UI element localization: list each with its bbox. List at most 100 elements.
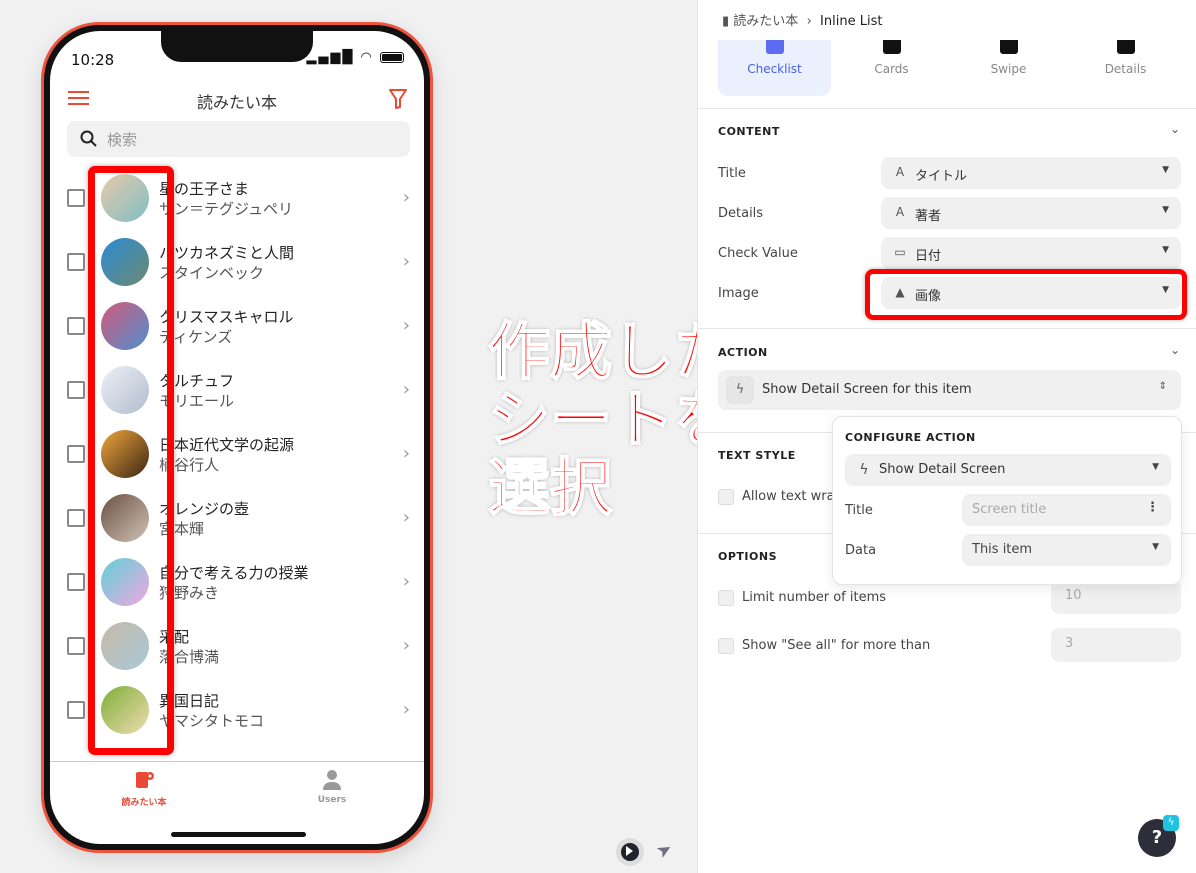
style-swipe[interactable]: Swipe bbox=[952, 40, 1065, 96]
chevron-right-icon: › bbox=[402, 507, 410, 528]
chevron-right-icon: › bbox=[402, 635, 410, 656]
image-field-highlight bbox=[865, 269, 1187, 320]
tab-books[interactable]: 読みたい本 bbox=[64, 768, 224, 808]
more-icon[interactable]: ⋮ bbox=[1146, 500, 1159, 515]
updown-icon: ⇕ bbox=[1158, 381, 1167, 392]
status-time: 10:28 bbox=[71, 51, 115, 69]
item-checkbox[interactable] bbox=[67, 317, 85, 335]
play-icon bbox=[626, 846, 633, 856]
search-input[interactable]: 検索 bbox=[67, 121, 410, 157]
action-select[interactable]: ϟ Show Detail Screen for this item ⇕ bbox=[718, 370, 1181, 410]
content-row-value: 著者 bbox=[915, 209, 942, 224]
item-title: 日本近代文学の起源 bbox=[159, 436, 295, 454]
content-row-value: タイトル bbox=[915, 169, 968, 184]
item-details: ヤマシタトモコ bbox=[159, 712, 265, 730]
breadcrumb-icon: ▮ bbox=[722, 14, 730, 29]
chevron-right-icon: › bbox=[402, 699, 410, 720]
text-icon: A bbox=[895, 165, 905, 179]
chevron-right-icon: › bbox=[402, 571, 410, 592]
data-select[interactable]: This item ▼ bbox=[962, 534, 1171, 566]
chevron-right-icon: › bbox=[402, 251, 410, 272]
dropdown-caret-icon: ▼ bbox=[1162, 165, 1169, 175]
style-label: Swipe bbox=[990, 62, 1027, 76]
cursor-tool-icon[interactable]: ➤ bbox=[653, 838, 677, 864]
tab-label: 読みたい本 bbox=[121, 798, 167, 808]
calendar-icon: ▭ bbox=[894, 245, 906, 259]
item-checkbox[interactable] bbox=[67, 701, 85, 719]
item-checkbox[interactable] bbox=[67, 253, 85, 271]
content-row-select[interactable]: A タイトル ▼ bbox=[881, 157, 1181, 189]
item-checkbox[interactable] bbox=[67, 189, 85, 207]
configure-action-select[interactable]: ϟ Show Detail Screen ▼ bbox=[845, 454, 1171, 486]
limit-input[interactable]: 10 bbox=[1051, 580, 1181, 614]
item-checkbox[interactable] bbox=[67, 381, 85, 399]
screen-title-label: Title bbox=[845, 503, 873, 518]
limit-checkbox[interactable] bbox=[718, 590, 734, 606]
configure-heading: CONFIGURE ACTION bbox=[845, 431, 976, 444]
checklist-icon bbox=[765, 40, 784, 54]
text-icon: A bbox=[895, 205, 905, 219]
see-all-input[interactable]: 3 bbox=[1051, 628, 1181, 662]
content-row-label: Details bbox=[718, 206, 764, 221]
allow-wrap-label: Allow text wrap bbox=[742, 489, 843, 504]
item-checkbox[interactable] bbox=[67, 573, 85, 591]
style-checklist[interactable]: Checklist bbox=[718, 40, 831, 96]
breadcrumb-parent[interactable]: 読みたい本 bbox=[733, 14, 798, 29]
content-row-label: Image bbox=[718, 286, 759, 301]
app-title: 読みたい本 bbox=[196, 93, 277, 112]
item-checkbox[interactable] bbox=[67, 509, 85, 527]
content-row-select[interactable]: ▭ 日付 ▼ bbox=[881, 237, 1181, 269]
item-checkbox[interactable] bbox=[67, 637, 85, 655]
tab-bar: 読みたい本 Users bbox=[50, 761, 424, 841]
breadcrumb-current: Inline List bbox=[820, 14, 883, 29]
tab-label: Users bbox=[317, 795, 347, 805]
chevron-right-icon: › bbox=[402, 315, 410, 336]
screen-title-input[interactable]: Screen title ⋮ bbox=[962, 494, 1171, 526]
dropdown-caret-icon: ▼ bbox=[1162, 245, 1169, 255]
see-all-checkbox[interactable] bbox=[718, 638, 734, 654]
search-placeholder: 検索 bbox=[107, 131, 138, 149]
content-row-label: Title bbox=[718, 166, 746, 181]
allow-wrap-checkbox[interactable] bbox=[718, 489, 734, 505]
filter-icon[interactable] bbox=[388, 88, 408, 115]
swipe-icon bbox=[999, 40, 1018, 54]
options-heading: OPTIONS bbox=[718, 550, 777, 563]
lightning-icon: ϟ bbox=[859, 462, 869, 478]
details-icon bbox=[1116, 40, 1135, 54]
item-title: ハツカネズミと人間 bbox=[159, 244, 295, 262]
chevron-down-icon[interactable]: ⌄ bbox=[1170, 343, 1180, 357]
configure-action-popup: CONFIGURE ACTION ϟ Show Detail Screen ▼ … bbox=[832, 416, 1182, 585]
tab-users[interactable]: Users bbox=[252, 768, 412, 805]
limit-label: Limit number of items bbox=[742, 590, 887, 605]
action-heading: ACTION bbox=[718, 346, 768, 359]
configure-action-value: Show Detail Screen bbox=[879, 462, 1006, 477]
chevron-right-icon: › bbox=[402, 379, 410, 400]
dropdown-caret-icon: ▼ bbox=[1162, 205, 1169, 215]
signal-icon: ▂▄▆█ bbox=[306, 50, 355, 65]
item-title: 自分で考える力の授業 bbox=[159, 564, 309, 582]
dropdown-caret-icon: ▼ bbox=[1152, 462, 1159, 472]
item-checkbox[interactable] bbox=[67, 445, 85, 463]
properties-panel: ▮ 読みたい本 › Inline List Checklist Cards Sw… bbox=[697, 0, 1196, 873]
battery-icon bbox=[380, 52, 404, 63]
chevron-right-icon: › bbox=[402, 443, 410, 464]
search-icon bbox=[80, 130, 97, 147]
cards-icon bbox=[882, 40, 901, 54]
chevron-down-icon[interactable]: ⌄ bbox=[1170, 122, 1180, 136]
divider bbox=[698, 108, 1196, 109]
style-label: Cards bbox=[874, 62, 909, 76]
style-label: Checklist bbox=[747, 62, 802, 76]
chevron-right-icon: › bbox=[402, 187, 410, 208]
image-highlight-box bbox=[88, 166, 174, 755]
style-details[interactable]: Details bbox=[1069, 40, 1182, 96]
wifi-icon: ◠ bbox=[360, 50, 374, 65]
dropdown-caret-icon: ▼ bbox=[1152, 542, 1159, 552]
style-cards[interactable]: Cards bbox=[835, 40, 948, 96]
book-scroll-icon bbox=[136, 772, 154, 788]
see-all-label: Show "See all" for more than bbox=[742, 638, 931, 653]
divider bbox=[698, 328, 1196, 329]
data-value: This item bbox=[972, 542, 1033, 557]
content-row-select[interactable]: A 著者 ▼ bbox=[881, 197, 1181, 229]
lightning-icon: ϟ bbox=[726, 376, 754, 404]
item-details: サン＝テグジュペリ bbox=[159, 200, 293, 218]
